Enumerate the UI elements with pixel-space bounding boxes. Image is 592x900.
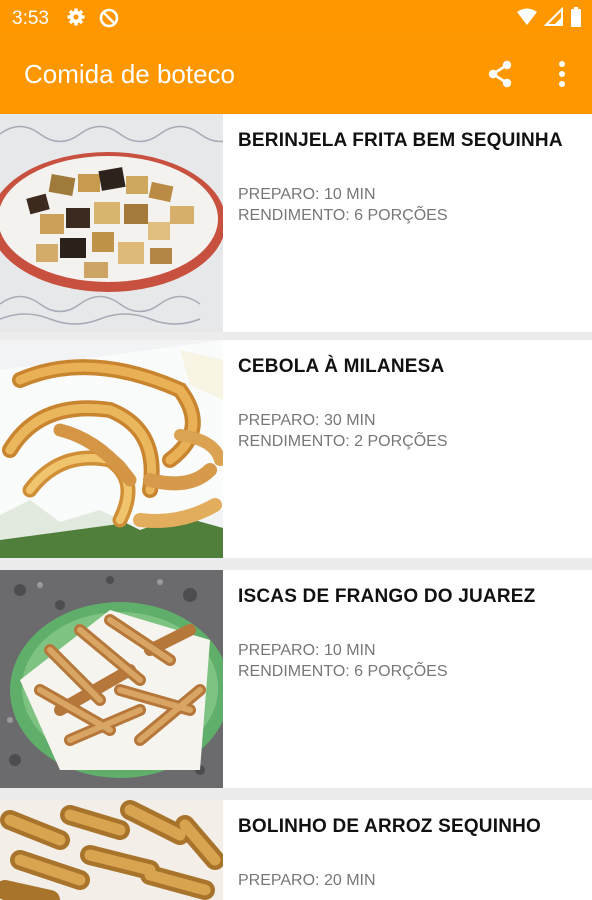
share-button[interactable] bbox=[480, 56, 520, 96]
recipe-card[interactable]: BOLINHO DE ARROZ SEQUINHO PREPARO: 20 MI… bbox=[0, 800, 592, 900]
recipe-title: BOLINHO DE ARROZ SEQUINHO bbox=[238, 816, 542, 837]
recipe-prep-time: PREPARO: 20 MIN bbox=[238, 872, 376, 889]
recipe-thumbnail bbox=[0, 340, 223, 558]
settings-icon bbox=[66, 7, 86, 32]
more-vert-icon bbox=[558, 60, 566, 93]
recipe-card[interactable]: BERINJELA FRITA BEM SEQUINHA PREPARO: 10… bbox=[0, 114, 592, 332]
recipe-meta: PREPARO: 10 MIN RENDIMENTO: 6 PORÇÕES bbox=[238, 640, 448, 682]
battery-icon bbox=[570, 7, 582, 32]
wifi-icon bbox=[516, 7, 538, 32]
recipe-thumbnail bbox=[0, 800, 223, 900]
app-bar: Comida de boteco bbox=[0, 38, 592, 114]
recipe-yield: RENDIMENTO: 2 PORÇÕES bbox=[238, 433, 448, 450]
recipe-prep-time: PREPARO: 10 MIN bbox=[238, 642, 376, 659]
overflow-menu-button[interactable] bbox=[542, 56, 582, 96]
sync-disabled-icon bbox=[98, 7, 120, 34]
app-title: Comida de boteco bbox=[24, 59, 236, 89]
recipe-thumbnail bbox=[0, 570, 223, 788]
recipe-card[interactable]: ISCAS DE FRANGO DO JUAREZ PREPARO: 10 MI… bbox=[0, 570, 592, 788]
recipe-title: ISCAS DE FRANGO DO JUAREZ bbox=[238, 586, 536, 607]
recipe-thumbnail bbox=[0, 114, 223, 332]
recipe-meta: PREPARO: 30 MIN RENDIMENTO: 2 PORÇÕES bbox=[238, 410, 448, 452]
status-bar: 3:53 bbox=[0, 0, 592, 38]
cell-signal-icon bbox=[543, 6, 564, 32]
recipe-prep-time: PREPARO: 10 MIN bbox=[238, 186, 376, 203]
recipe-meta: PREPARO: 20 MIN bbox=[238, 870, 376, 891]
recipe-title: CEBOLA À MILANESA bbox=[238, 356, 445, 377]
recipe-yield: RENDIMENTO: 6 PORÇÕES bbox=[238, 663, 448, 680]
recipe-title: BERINJELA FRITA BEM SEQUINHA bbox=[238, 130, 563, 151]
recipe-meta: PREPARO: 10 MIN RENDIMENTO: 6 PORÇÕES bbox=[238, 184, 448, 226]
status-time: 3:53 bbox=[12, 8, 49, 29]
recipe-card[interactable]: CEBOLA À MILANESA PREPARO: 30 MIN RENDIM… bbox=[0, 340, 592, 558]
share-icon bbox=[485, 59, 515, 94]
recipe-yield: RENDIMENTO: 6 PORÇÕES bbox=[238, 207, 448, 224]
recipe-prep-time: PREPARO: 30 MIN bbox=[238, 412, 376, 429]
